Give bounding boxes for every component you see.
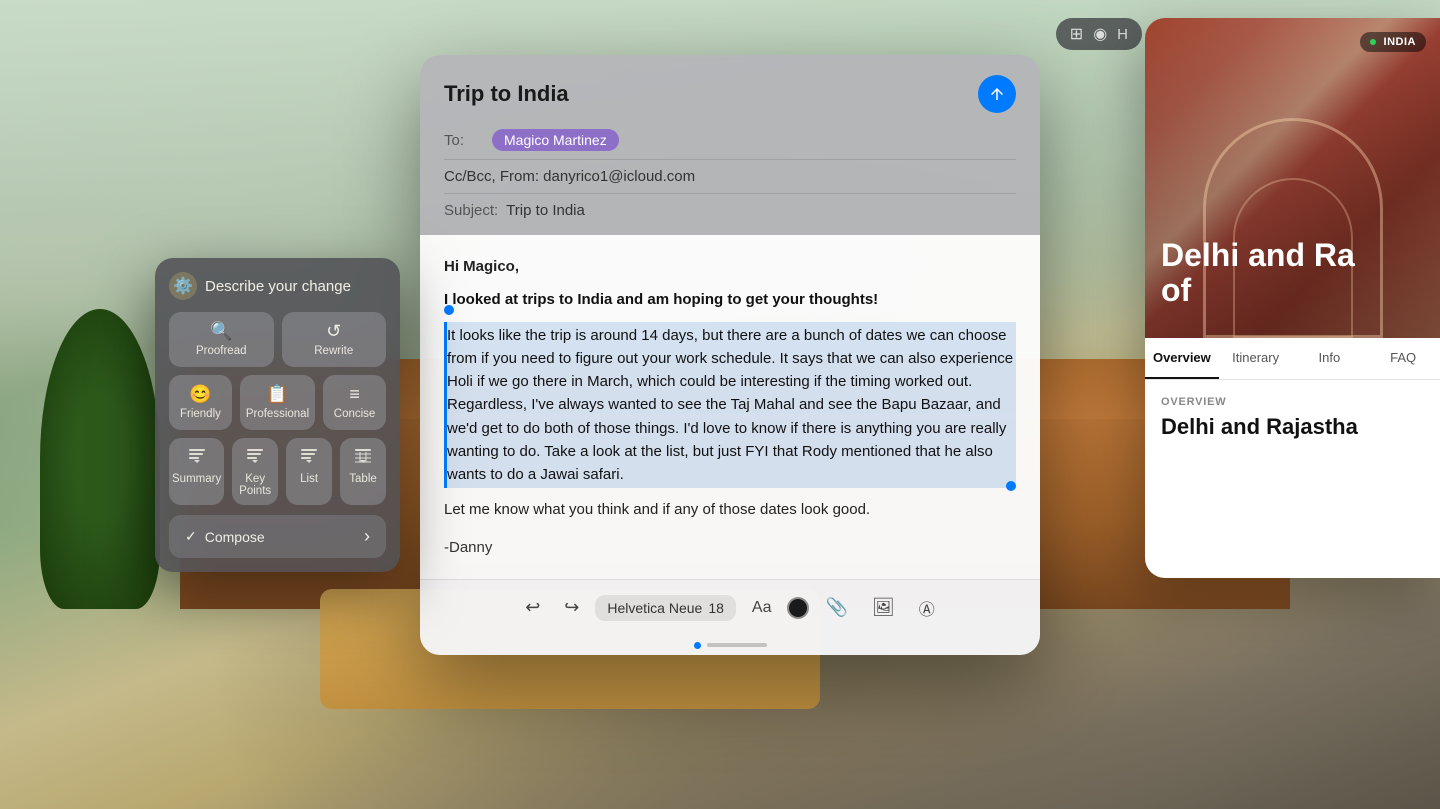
wt-row1: 🔍 Proofread ↺ Rewrite — [169, 312, 386, 367]
online-dot — [1370, 39, 1376, 45]
rewrite-button[interactable]: ↺ Rewrite — [282, 312, 387, 367]
wt-row3: Summary Key Points List Table — [169, 438, 386, 505]
keypoints-icon — [245, 446, 265, 468]
email-cc-field: Cc/Bcc, From: danyrico1@icloud.com — [444, 168, 1016, 185]
divider-1 — [444, 159, 1016, 160]
text-size-button[interactable]: Aa — [744, 593, 780, 623]
table-button[interactable]: Table — [340, 438, 386, 505]
rewrite-label: Rewrite — [314, 345, 353, 357]
recipient-chip[interactable]: Magico Martinez — [492, 129, 619, 151]
email-line1: I looked at trips to India and am hoping… — [444, 288, 1016, 311]
gear-icon: ⚙️ — [169, 272, 197, 300]
email-p2: Let me know what you think and if any of… — [444, 498, 1016, 521]
email-selected-text: It looks like the trip is around 14 days… — [444, 322, 1016, 489]
font-size: 18 — [708, 600, 724, 616]
email-title-row: Trip to India — [444, 75, 1016, 113]
indicator-dot-inactive — [707, 643, 767, 647]
subject-value: Trip to India — [506, 202, 585, 219]
divider-2 — [444, 193, 1016, 194]
color-picker[interactable] — [787, 597, 809, 619]
email-signature: -Danny — [444, 536, 1016, 559]
concise-icon: ≡ — [349, 385, 360, 403]
nav-faq[interactable]: FAQ — [1366, 338, 1440, 379]
overview-title: Delhi and Rajastha — [1161, 414, 1424, 440]
redo-button[interactable]: ↪ — [556, 591, 587, 624]
compose-button[interactable]: ✓ Compose › — [169, 515, 386, 558]
email-panel: Trip to India To: Magico Martinez Cc/Bcc… — [420, 55, 1040, 655]
travel-body: OVERVIEW Delhi and Rajastha — [1145, 380, 1440, 456]
nav-itinerary[interactable]: Itinerary — [1219, 338, 1293, 379]
image-button[interactable]: 🖼 — [864, 591, 903, 624]
concise-button[interactable]: ≡ Concise — [323, 375, 386, 430]
wt-header-text: Describe your change — [205, 278, 351, 295]
india-badge-text: INDIA — [1384, 36, 1416, 48]
selection-handle-top — [444, 305, 454, 315]
display-icon: ⊞ — [1070, 24, 1083, 44]
proofread-label: Proofread — [196, 345, 247, 357]
table-icon — [353, 446, 373, 468]
send-icon — [988, 85, 1006, 103]
summary-icon — [187, 446, 207, 468]
email-title: Trip to India — [444, 81, 569, 107]
concise-label: Concise — [334, 408, 376, 420]
top-bar-pill: ⊞ ◉ H — [1056, 18, 1142, 50]
summary-label: Summary — [172, 473, 221, 485]
compose-check-icon: ✓ — [185, 528, 197, 545]
keypoints-button[interactable]: Key Points — [232, 438, 278, 505]
nav-info[interactable]: Info — [1293, 338, 1367, 379]
list-label: List — [300, 473, 318, 485]
top-bar: ⊞ ◉ H — [1056, 18, 1142, 50]
email-header: Trip to India To: Magico Martinez Cc/Bcc… — [420, 55, 1040, 235]
subject-row: Subject: Trip to India — [444, 202, 1016, 219]
professional-button[interactable]: 📋 Professional — [240, 375, 315, 430]
indicator-dot-active — [694, 642, 701, 649]
friendly-label: Friendly — [180, 408, 221, 420]
email-body[interactable]: Hi Magico, I looked at trips to India an… — [420, 235, 1040, 579]
page-indicator — [420, 636, 1040, 655]
writing-tools-button[interactable]: Ⓐ — [911, 590, 943, 626]
wt-header: ⚙️ Describe your change — [169, 272, 386, 300]
wt-row2: 😊 Friendly 📋 Professional ≡ Concise — [169, 375, 386, 430]
compose-label: Compose — [205, 529, 265, 545]
hero-title: Delhi and Ra of — [1161, 238, 1424, 308]
subject-label: Subject: — [444, 202, 498, 219]
circle-icon: ◉ — [1093, 24, 1107, 44]
rewrite-icon: ↺ — [326, 322, 341, 340]
to-label: To: — [444, 132, 484, 149]
travel-panel: INDIA Delhi and Ra of Overview Itinerary… — [1145, 18, 1440, 578]
hero-title-line1: Delhi and Ra — [1161, 238, 1424, 273]
friendly-icon: 😊 — [189, 385, 211, 403]
send-button[interactable] — [978, 75, 1016, 113]
list-icon — [299, 446, 319, 468]
font-name: Helvetica Neue — [607, 600, 702, 616]
plant-decoration — [40, 309, 160, 609]
travel-hero: INDIA Delhi and Ra of — [1145, 18, 1440, 338]
writing-tools-panel: ⚙️ Describe your change 🔍 Proofread ↺ Re… — [155, 258, 400, 572]
h-icon: H — [1117, 26, 1128, 43]
email-greeting: Hi Magico, — [444, 255, 1016, 278]
cc-value: Cc/Bcc, From: danyrico1@icloud.com — [444, 168, 695, 185]
table-label: Table — [349, 473, 377, 485]
overview-label: OVERVIEW — [1161, 396, 1424, 408]
proofread-button[interactable]: 🔍 Proofread — [169, 312, 274, 367]
professional-label: Professional — [246, 408, 309, 420]
professional-icon: 📋 — [266, 385, 288, 403]
travel-nav: Overview Itinerary Info FAQ — [1145, 338, 1440, 380]
compose-chevron-icon: › — [364, 526, 370, 547]
nav-overview[interactable]: Overview — [1145, 338, 1219, 379]
selection-handle-bottom — [1006, 481, 1016, 491]
email-to-field: To: Magico Martinez — [444, 129, 1016, 151]
compose-left: ✓ Compose — [185, 528, 265, 545]
summary-button[interactable]: Summary — [169, 438, 224, 505]
proofread-icon: 🔍 — [210, 322, 232, 340]
attachment-button[interactable]: 📎 — [817, 591, 855, 624]
hero-title-line2: of — [1161, 273, 1424, 308]
friendly-button[interactable]: 😊 Friendly — [169, 375, 232, 430]
undo-button[interactable]: ↩ — [517, 591, 548, 624]
india-badge: INDIA — [1360, 32, 1426, 52]
email-toolbar: ↩ ↪ Helvetica Neue 18 Aa 📎 🖼 Ⓐ — [420, 579, 1040, 636]
keypoints-label: Key Points — [235, 473, 275, 497]
font-selector[interactable]: Helvetica Neue 18 — [595, 595, 736, 621]
list-button[interactable]: List — [286, 438, 332, 505]
